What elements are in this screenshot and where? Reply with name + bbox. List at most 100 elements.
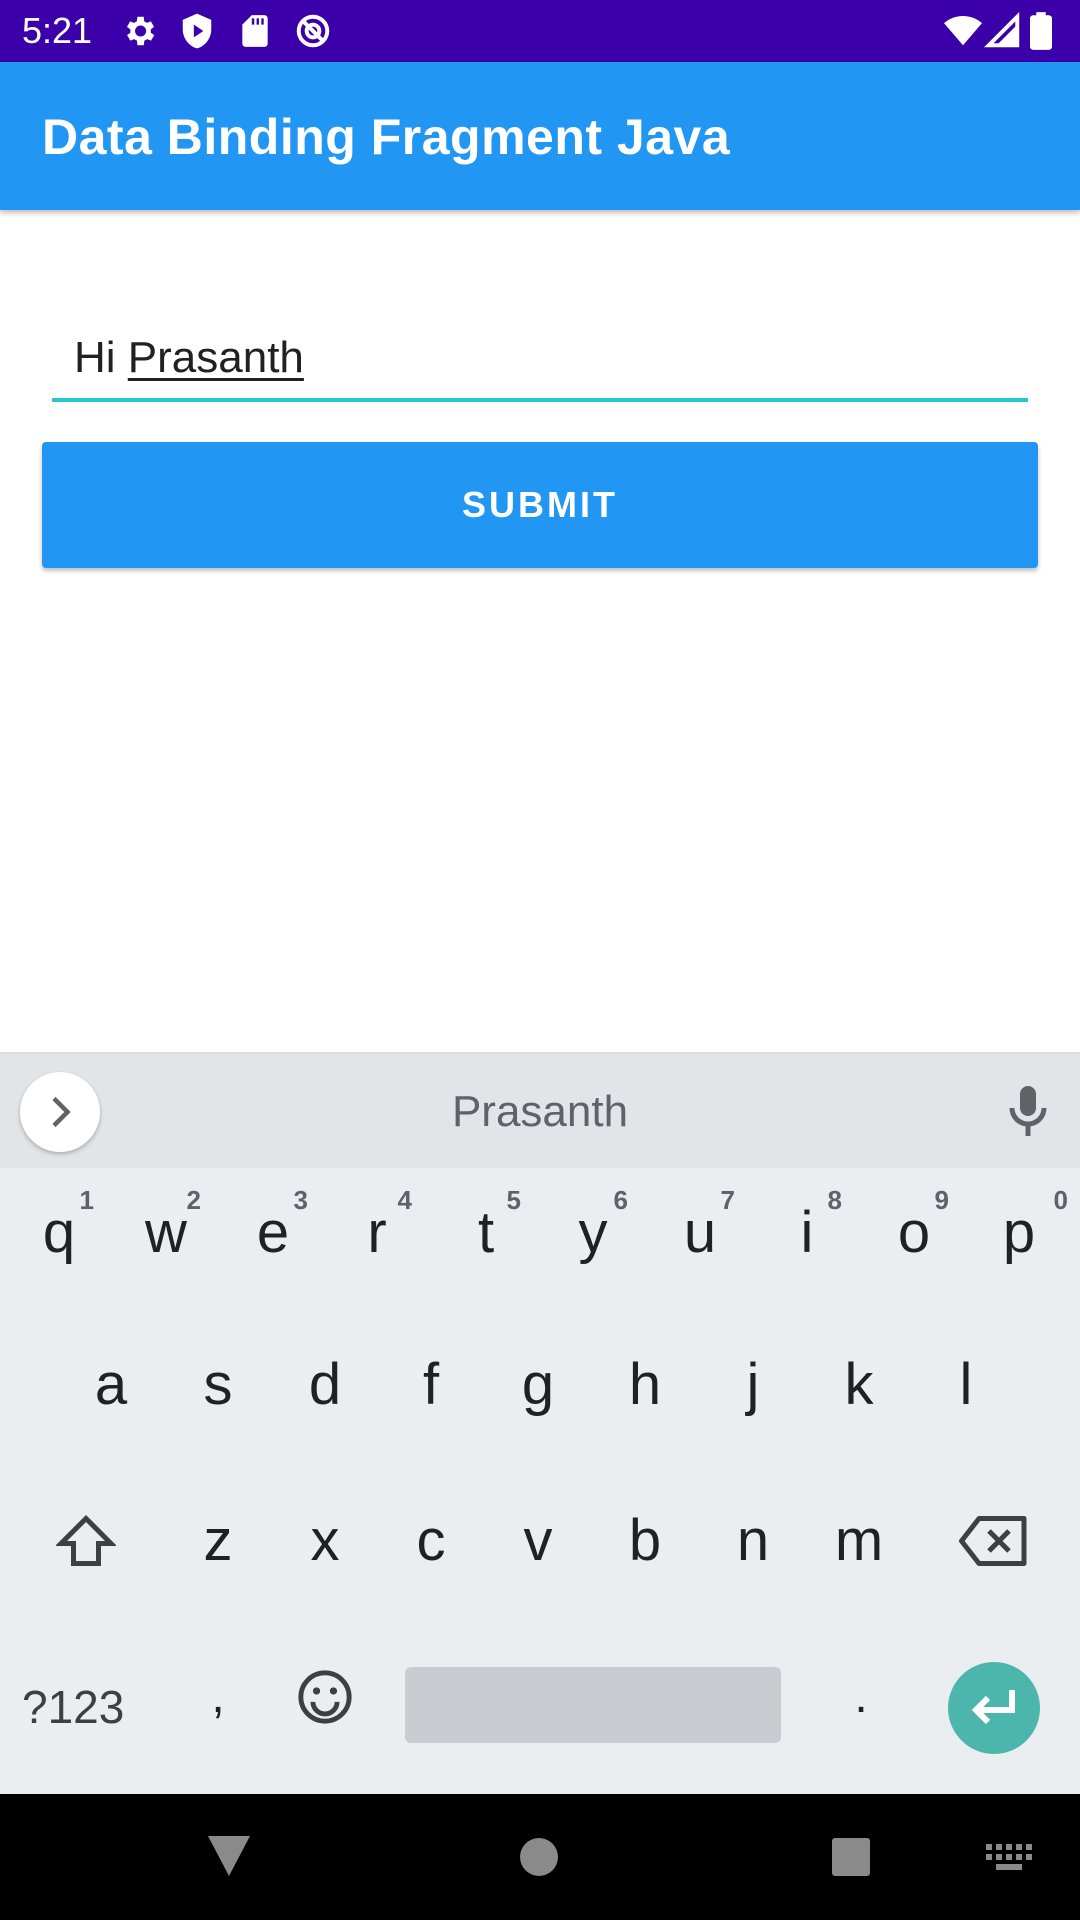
key-w[interactable]: w2 — [113, 1168, 219, 1298]
suggestion-bar: Prasanth — [0, 1052, 1080, 1168]
home-icon[interactable] — [518, 1836, 560, 1878]
key-a[interactable]: a — [58, 1320, 164, 1450]
key-s[interactable]: s — [165, 1320, 271, 1450]
key-k[interactable]: k — [806, 1320, 912, 1450]
key-hint: 1 — [79, 1185, 94, 1215]
key-label: l — [959, 1352, 973, 1417]
key-label: d — [308, 1352, 342, 1417]
key-hint: 0 — [1053, 1185, 1068, 1215]
key-hint: 2 — [186, 1185, 201, 1215]
key-r[interactable]: r4 — [324, 1168, 430, 1298]
input-prefix: Hi — [74, 333, 128, 382]
key-label: f — [422, 1352, 440, 1417]
key-i[interactable]: i8 — [754, 1168, 860, 1298]
key-label: n — [736, 1508, 770, 1573]
key-z[interactable]: z — [165, 1476, 271, 1606]
emoji-key[interactable] — [272, 1642, 378, 1752]
key-label: c — [416, 1508, 446, 1573]
key-label: r — [367, 1200, 387, 1265]
key-hint: 4 — [397, 1185, 412, 1215]
key-hint: 7 — [720, 1185, 735, 1215]
symbols-key[interactable]: ?123 — [22, 1682, 124, 1732]
key-label: i — [800, 1200, 814, 1265]
wifi-icon — [944, 12, 982, 50]
key-b[interactable]: b — [592, 1476, 698, 1606]
key-label: k — [844, 1352, 874, 1417]
key-hint: 5 — [506, 1185, 521, 1215]
key-label: b — [628, 1508, 662, 1573]
key-j[interactable]: j — [700, 1320, 806, 1450]
do-not-disturb-icon — [294, 12, 332, 50]
key-label: a — [94, 1352, 128, 1417]
backspace-icon — [959, 1516, 1027, 1566]
period-key[interactable]: . — [808, 1642, 914, 1752]
key-o[interactable]: o9 — [861, 1168, 967, 1298]
key-y[interactable]: y6 — [540, 1168, 646, 1298]
key-label: , — [211, 1670, 225, 1723]
key-label: o — [897, 1200, 931, 1265]
key-label: . — [854, 1670, 868, 1723]
key-hint: 8 — [827, 1185, 842, 1215]
keyboard-expand-button[interactable] — [20, 1072, 100, 1152]
enter-icon — [971, 1690, 1015, 1725]
battery-icon — [1030, 12, 1060, 50]
key-p[interactable]: p0 — [966, 1168, 1072, 1298]
backspace-key[interactable] — [938, 1476, 1050, 1606]
emoji-icon — [298, 1670, 352, 1724]
key-label: m — [834, 1508, 884, 1573]
signal-icon — [984, 12, 1022, 50]
navigation-bar — [0, 1794, 1080, 1920]
key-hint: 6 — [613, 1185, 628, 1215]
input-composing-text: Prasanth — [127, 333, 304, 382]
key-hint: 9 — [934, 1185, 949, 1215]
app-bar: Data Binding Fragment Java — [0, 62, 1080, 210]
key-label: w — [145, 1200, 187, 1265]
input-underline — [52, 398, 1028, 402]
key-label: j — [746, 1352, 760, 1417]
key-label: z — [203, 1508, 233, 1573]
mic-icon[interactable] — [1004, 1084, 1052, 1140]
key-n[interactable]: n — [700, 1476, 806, 1606]
key-label: e — [256, 1200, 290, 1265]
submit-button[interactable]: SUBMIT — [42, 442, 1038, 568]
comma-key[interactable]: , — [165, 1642, 271, 1752]
key-label: u — [683, 1200, 717, 1265]
name-input[interactable]: Hi Prasanth — [52, 320, 1028, 402]
key-hint: 3 — [293, 1185, 308, 1215]
key-q[interactable]: q1 — [6, 1168, 112, 1298]
key-label: h — [628, 1352, 662, 1417]
key-g[interactable]: g — [485, 1320, 591, 1450]
key-label: t — [477, 1200, 495, 1265]
settings-icon — [120, 12, 158, 50]
key-label: s — [203, 1352, 233, 1417]
recents-icon[interactable] — [830, 1836, 872, 1878]
key-label: g — [521, 1352, 555, 1417]
shift-icon — [56, 1514, 116, 1566]
key-label: v — [523, 1508, 553, 1573]
back-icon[interactable] — [206, 1834, 252, 1878]
key-label: q — [42, 1200, 76, 1265]
key-t[interactable]: t5 — [433, 1168, 539, 1298]
key-v[interactable]: v — [485, 1476, 591, 1606]
status-time: 5:21 — [22, 10, 93, 51]
key-label: y — [578, 1200, 608, 1265]
key-f[interactable]: f — [378, 1320, 484, 1450]
suggestion-word[interactable]: Prasanth — [340, 1086, 740, 1138]
app-title: Data Binding Fragment Java — [42, 109, 731, 165]
key-l[interactable]: l — [913, 1320, 1019, 1450]
enter-key[interactable] — [948, 1662, 1040, 1754]
key-x[interactable]: x — [272, 1476, 378, 1606]
chevron-right-icon — [52, 1096, 71, 1128]
key-u[interactable]: u7 — [647, 1168, 753, 1298]
input-value[interactable]: Hi Prasanth — [74, 332, 304, 384]
keyboard-switch-icon[interactable] — [986, 1844, 1032, 1872]
key-m[interactable]: m — [806, 1476, 912, 1606]
key-h[interactable]: h — [592, 1320, 698, 1450]
key-e[interactable]: e3 — [220, 1168, 326, 1298]
space-key[interactable] — [405, 1667, 781, 1743]
play-protect-icon — [178, 12, 216, 50]
shift-key[interactable] — [30, 1476, 142, 1606]
key-d[interactable]: d — [272, 1320, 378, 1450]
sd-card-icon — [236, 12, 274, 50]
key-c[interactable]: c — [378, 1476, 484, 1606]
